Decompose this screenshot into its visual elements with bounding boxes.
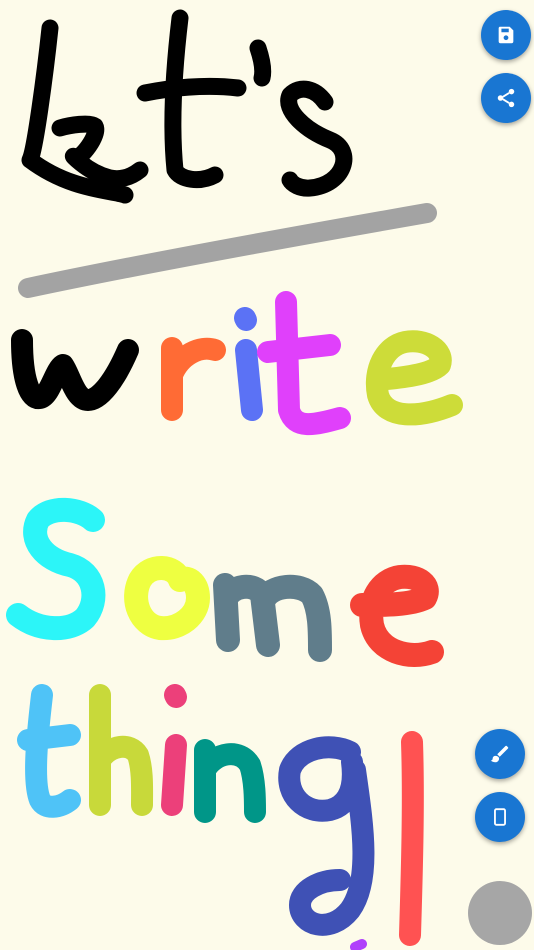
share-button[interactable] — [481, 73, 531, 123]
save-button[interactable] — [481, 10, 531, 60]
share-icon — [497, 88, 515, 108]
drawing-canvas[interactable] — [0, 0, 534, 950]
eraser-tool-button[interactable] — [475, 792, 525, 842]
stroke-exclamation — [399, 731, 424, 946]
stroke-fragment — [350, 939, 367, 950]
canvas-background — [0, 0, 534, 950]
eraser-icon — [494, 808, 506, 826]
brush-tool-button[interactable] — [475, 729, 525, 779]
paint-brush-icon — [490, 745, 509, 763]
save-icon — [498, 26, 514, 44]
color-picker-button[interactable] — [468, 881, 532, 945]
